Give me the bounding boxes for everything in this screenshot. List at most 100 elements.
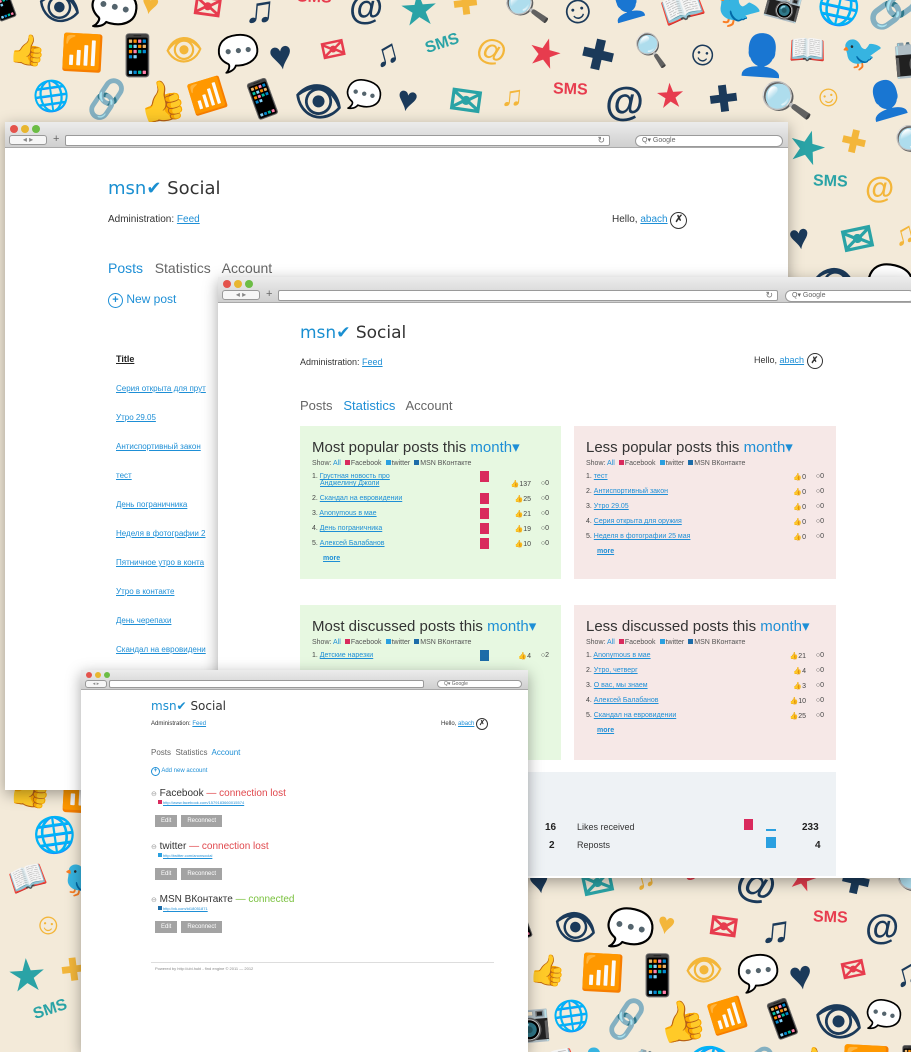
post-list-item[interactable]: День пограничника xyxy=(116,500,206,529)
user-link[interactable]: abach xyxy=(640,214,667,225)
filter-vk[interactable]: MSN ВКонтакте xyxy=(420,460,471,467)
more-link[interactable]: more xyxy=(597,727,824,734)
post-list-item[interactable]: тест xyxy=(116,471,206,500)
tab-account[interactable]: Account xyxy=(222,260,273,276)
post-link[interactable]: Утро, четверг xyxy=(594,667,638,674)
post-link[interactable]: О вас, мы знаем xyxy=(594,682,648,689)
post-list-item[interactable]: Антиспортивный закон xyxy=(116,442,206,471)
new-tab-button[interactable]: + xyxy=(53,134,59,145)
tab-statistics[interactable]: Statistics xyxy=(343,398,395,413)
post-link[interactable]: тест xyxy=(594,473,608,480)
logout-icon[interactable]: ✗ xyxy=(476,718,489,730)
month-dropdown[interactable]: month▾ xyxy=(470,439,519,456)
tab-posts[interactable]: Posts xyxy=(300,398,333,413)
feed-link[interactable]: Feed xyxy=(177,214,200,225)
back-forward-buttons[interactable]: ◂ ▸ xyxy=(85,680,107,688)
filter-twitter[interactable]: twitter xyxy=(666,639,685,646)
add-account-button[interactable]: + Add new account xyxy=(151,767,207,776)
remove-account-icon[interactable]: ⊖ xyxy=(151,791,157,798)
post-link[interactable]: Неделя в фотографии 25 мая xyxy=(594,533,691,540)
filter-twitter[interactable]: twitter xyxy=(392,460,411,467)
logout-icon[interactable]: ✗ xyxy=(670,212,688,229)
tab-account[interactable]: Account xyxy=(212,748,241,757)
month-dropdown[interactable]: month▾ xyxy=(744,439,793,456)
minimize-button[interactable] xyxy=(95,672,101,678)
close-button[interactable] xyxy=(86,672,92,678)
post-link[interactable]: День пограничника xyxy=(320,525,382,532)
user-link[interactable]: abach xyxy=(458,721,474,727)
new-post-button[interactable]: + New post xyxy=(108,292,176,308)
minimize-button[interactable] xyxy=(234,280,242,288)
filter-all[interactable]: All xyxy=(607,639,615,646)
minimize-button[interactable] xyxy=(21,125,29,133)
edit-button[interactable]: Edit xyxy=(155,921,178,933)
zoom-button[interactable] xyxy=(104,672,110,678)
filter-vk[interactable]: MSN ВКонтакте xyxy=(420,639,471,646)
post-link[interactable]: Anonymous в мае xyxy=(319,510,376,517)
filter-facebook[interactable]: Facebook xyxy=(625,639,656,646)
search-field[interactable]: Q▾ Google xyxy=(437,680,522,688)
address-bar[interactable] xyxy=(109,680,424,688)
account-url[interactable]: http://www.facebook.com/1579183660015574 xyxy=(163,800,244,805)
close-button[interactable] xyxy=(223,280,231,288)
logout-icon[interactable]: ✗ xyxy=(806,353,823,369)
post-link[interactable]: Алексей Балабанов xyxy=(594,697,659,704)
filter-facebook[interactable]: Facebook xyxy=(625,460,656,467)
filter-twitter[interactable]: twitter xyxy=(392,639,411,646)
back-forward-buttons[interactable]: ◂ ▸ xyxy=(222,290,260,300)
reconnect-button[interactable]: Reconnect xyxy=(181,868,223,880)
account-url[interactable]: http://vk.com/id18051871 xyxy=(163,906,208,911)
filter-facebook[interactable]: Facebook xyxy=(351,639,382,646)
filter-facebook[interactable]: Facebook xyxy=(351,460,382,467)
post-link[interactable]: Серия открыта для оружия xyxy=(594,518,682,525)
filter-all[interactable]: All xyxy=(333,639,341,646)
more-link[interactable]: more xyxy=(597,548,824,555)
account-url[interactable]: http://twitter.com/anonsocial xyxy=(163,853,212,858)
post-link[interactable]: Скандал на евровидении xyxy=(320,495,402,502)
post-link[interactable]: Грустная новость про xyxy=(320,473,390,480)
zoom-button[interactable] xyxy=(32,125,40,133)
tab-posts[interactable]: Posts xyxy=(108,260,143,276)
post-link[interactable]: Anonymous в мае xyxy=(593,652,650,659)
post-link[interactable]: Скандал на евровидении xyxy=(594,712,676,719)
month-dropdown[interactable]: month▾ xyxy=(760,618,809,635)
post-link[interactable]: Детские нарезки xyxy=(320,652,373,659)
filter-all[interactable]: All xyxy=(607,460,615,467)
tab-statistics[interactable]: Statistics xyxy=(175,748,207,757)
post-list-item[interactable]: Утро 29.05 xyxy=(116,413,206,442)
back-forward-buttons[interactable]: ◂ ▸ xyxy=(9,135,47,145)
more-link[interactable]: more xyxy=(323,555,549,562)
new-tab-button[interactable]: + xyxy=(266,289,272,300)
filter-vk[interactable]: MSN ВКонтакте xyxy=(694,639,745,646)
feed-link[interactable]: Feed xyxy=(362,357,383,367)
reconnect-button[interactable]: Reconnect xyxy=(181,815,223,827)
search-field[interactable]: Q▾ Google xyxy=(785,290,911,302)
post-link[interactable]: Анджелину Джоли xyxy=(320,480,379,487)
post-list-item[interactable]: Неделя в фотографии 2 xyxy=(116,529,206,558)
post-link[interactable]: Антиспортивный закон xyxy=(594,488,668,495)
remove-account-icon[interactable]: ⊖ xyxy=(151,897,157,904)
close-button[interactable] xyxy=(10,125,18,133)
post-list-item[interactable]: Пятничное утро в конта xyxy=(116,558,206,587)
post-link[interactable]: Алексей Балабанов xyxy=(320,540,385,547)
address-bar[interactable]: ↻ xyxy=(278,290,778,301)
month-dropdown[interactable]: month▾ xyxy=(487,618,536,635)
tab-statistics[interactable]: Statistics xyxy=(155,260,211,276)
title-column-header[interactable]: Title xyxy=(116,354,134,364)
filter-vk[interactable]: MSN ВКонтакте xyxy=(694,460,745,467)
reconnect-button[interactable]: Reconnect xyxy=(181,921,223,933)
reload-icon[interactable]: ↻ xyxy=(597,135,605,146)
post-list-item[interactable]: День черепахи xyxy=(116,616,206,645)
filter-all[interactable]: All xyxy=(333,460,341,467)
edit-button[interactable]: Edit xyxy=(155,815,178,827)
tab-posts[interactable]: Posts xyxy=(151,748,171,757)
feed-link[interactable]: Feed xyxy=(192,721,206,727)
filter-twitter[interactable]: twitter xyxy=(666,460,685,467)
edit-button[interactable]: Edit xyxy=(155,868,178,880)
zoom-button[interactable] xyxy=(245,280,253,288)
remove-account-icon[interactable]: ⊖ xyxy=(151,844,157,851)
tab-account[interactable]: Account xyxy=(406,398,453,413)
post-link[interactable]: Утро 29.05 xyxy=(594,503,629,510)
post-list-item[interactable]: Серия открыта для прут xyxy=(116,384,206,413)
search-field[interactable]: Q▾ Google xyxy=(635,135,783,147)
